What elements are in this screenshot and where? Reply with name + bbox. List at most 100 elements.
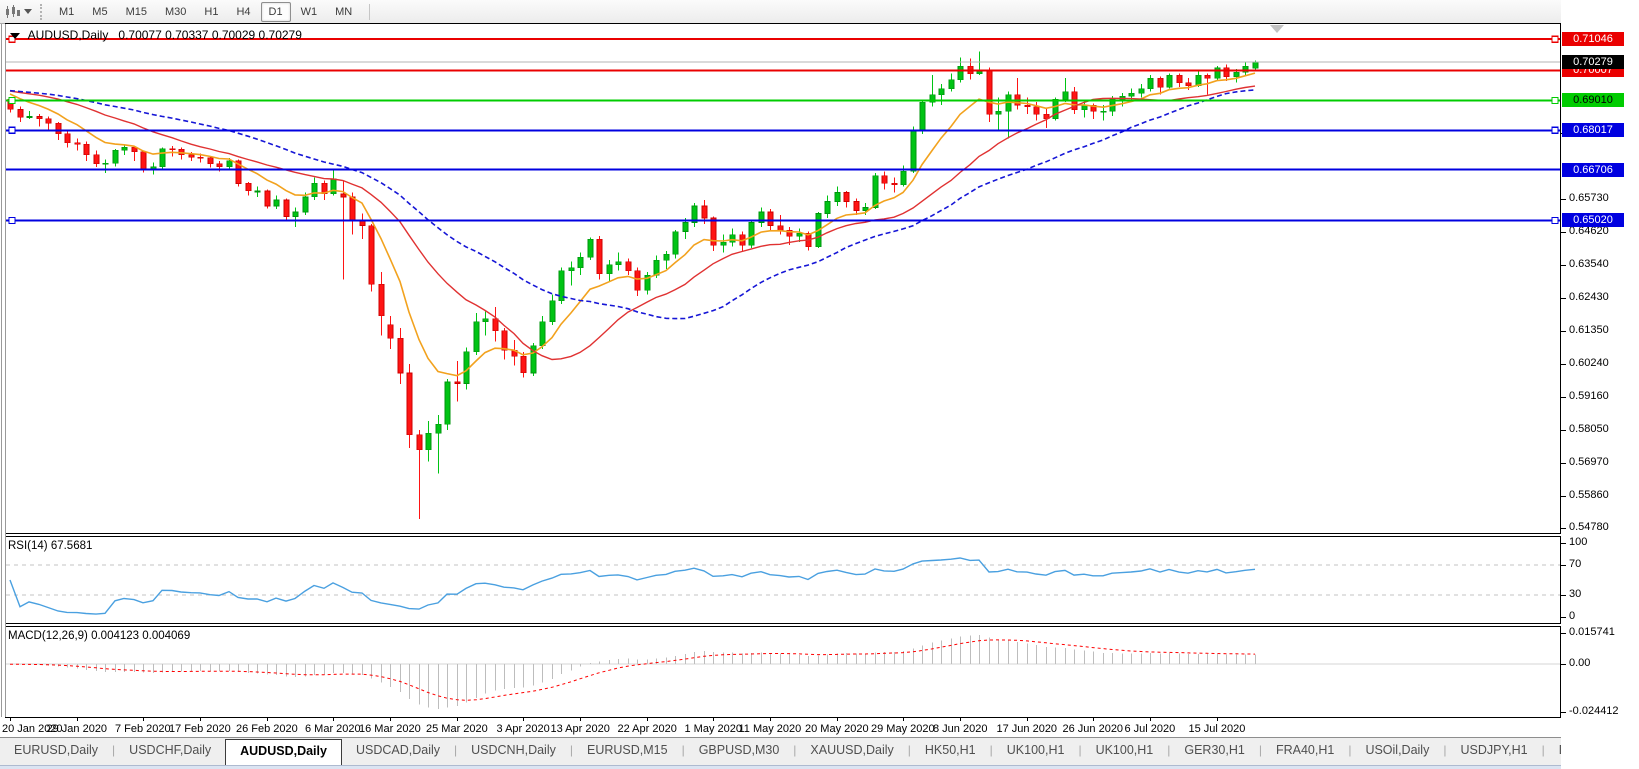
candle-body — [113, 150, 118, 163]
candle-body — [597, 239, 602, 274]
candle-body — [388, 325, 393, 339]
candle-body — [892, 183, 897, 185]
candle-body — [1234, 72, 1239, 77]
candle-body — [483, 319, 488, 322]
mt4-window: M1M5M15M30H1H4D1W1MN AUDUSD,Daily 0.7007… — [0, 0, 1639, 769]
candle-body — [274, 200, 279, 206]
candle-body — [664, 254, 669, 260]
candle-body — [350, 197, 355, 221]
candle-body — [246, 183, 251, 191]
chart-workspace: AUDUSD,Daily 0.70077 0.70337 0.70029 0.7… — [0, 24, 1639, 718]
price-tick-label: 0.59160 — [1569, 390, 1609, 402]
price-tick-mark — [1561, 199, 1566, 200]
candle-body — [265, 191, 270, 206]
candle-body — [56, 123, 61, 134]
panel-border — [6, 537, 1561, 624]
candle-body — [407, 373, 412, 435]
macd-tick-mark — [1561, 633, 1566, 634]
price-tick-label: 0.60240 — [1569, 357, 1609, 369]
candle-body — [493, 319, 498, 331]
price-level-badge: 0.68017 — [1562, 123, 1624, 137]
rsi-tick-label: 70 — [1569, 558, 1581, 570]
price-tick-label: 0.63540 — [1569, 258, 1609, 270]
rsi-tick-label: 30 — [1569, 588, 1581, 600]
candle-body — [341, 194, 346, 197]
candle-body — [474, 322, 479, 352]
candle-body — [673, 232, 678, 255]
candle-body — [1186, 83, 1191, 86]
candle-body — [749, 223, 754, 246]
price-tick-label: 0.55860 — [1569, 489, 1609, 501]
candle-body — [607, 265, 612, 274]
level-anchor-handle[interactable] — [9, 217, 15, 223]
rsi-indicator-label: RSI(14) 67.5681 — [8, 540, 92, 552]
symbol-dropdown-arrow-icon[interactable] — [10, 33, 20, 39]
candle-body — [873, 176, 878, 208]
price-tick-label: 0.56970 — [1569, 456, 1609, 468]
level-anchor-handle[interactable] — [1552, 127, 1558, 133]
price-level-badge: 0.69010 — [1562, 93, 1624, 107]
candle-body — [911, 131, 916, 172]
rsi-tick-label: 100 — [1569, 536, 1587, 548]
candle-body — [312, 183, 317, 197]
candle-body — [730, 235, 735, 243]
price-tick-mark — [1561, 528, 1566, 529]
price-chart-canvas[interactable] — [0, 0, 1561, 769]
candle-body — [844, 193, 849, 202]
price-tick-mark — [1561, 397, 1566, 398]
candle-body — [141, 152, 146, 170]
macd-indicator-label: MACD(12,26,9) 0.004123 0.004069 — [8, 630, 190, 642]
candle-body — [768, 212, 773, 226]
candle-body — [1129, 93, 1134, 96]
candle-body — [284, 200, 289, 217]
level-anchor-handle[interactable] — [9, 127, 15, 133]
rsi-tick-mark — [1561, 595, 1566, 596]
price-tick-label: 0.62430 — [1569, 291, 1609, 303]
candle-body — [18, 109, 23, 117]
candle-body — [550, 301, 555, 322]
candle-body — [75, 143, 80, 145]
level-anchor-handle[interactable] — [9, 97, 15, 103]
price-tick-mark — [1561, 265, 1566, 266]
candle-body — [417, 435, 422, 450]
candle-body — [170, 149, 175, 150]
candle-body — [445, 382, 450, 424]
level-anchor-handle[interactable] — [1552, 97, 1558, 103]
price-tick-mark — [1561, 364, 1566, 365]
candle-body — [94, 155, 99, 164]
window-left-frame — [1, 24, 6, 717]
candle-body — [920, 102, 925, 131]
level-anchor-handle[interactable] — [1552, 217, 1558, 223]
candle-body — [939, 89, 944, 95]
candle-body — [854, 202, 859, 211]
price-tick-mark — [1561, 430, 1566, 431]
candle-body — [1158, 78, 1163, 87]
level-anchor-handle[interactable] — [1552, 36, 1558, 42]
price-level-badge: 0.65020 — [1562, 213, 1624, 227]
chart-shift-marker-icon[interactable] — [1270, 25, 1284, 33]
price-tick-mark — [1561, 331, 1566, 332]
candle-body — [949, 80, 954, 89]
candle-body — [1101, 111, 1106, 112]
candle-body — [502, 331, 507, 351]
candle-body — [1177, 75, 1182, 83]
macd-tick-label: 0.015741 — [1569, 626, 1615, 638]
chart-ohlc-values: 0.70077 0.70337 0.70029 0.70279 — [118, 28, 302, 42]
candle-body — [46, 119, 51, 124]
candle-body — [578, 257, 583, 268]
candle-body — [626, 262, 631, 271]
price-tick-label: 0.65730 — [1569, 192, 1609, 204]
candle-body — [455, 382, 460, 384]
price-tick-mark — [1561, 298, 1566, 299]
candle-body — [1205, 75, 1210, 78]
candle-body — [825, 202, 830, 214]
candle-body — [958, 66, 963, 80]
price-tick-label: 0.58050 — [1569, 423, 1609, 435]
rsi-tick-mark — [1561, 543, 1566, 544]
price-tick-mark — [1561, 463, 1566, 464]
moving-average-line-34 — [10, 90, 1255, 319]
candle-body — [217, 164, 222, 167]
chart-symbol-label: AUDUSD,Daily — [28, 28, 109, 42]
candle-body — [189, 155, 194, 157]
candle-body — [1215, 68, 1220, 79]
